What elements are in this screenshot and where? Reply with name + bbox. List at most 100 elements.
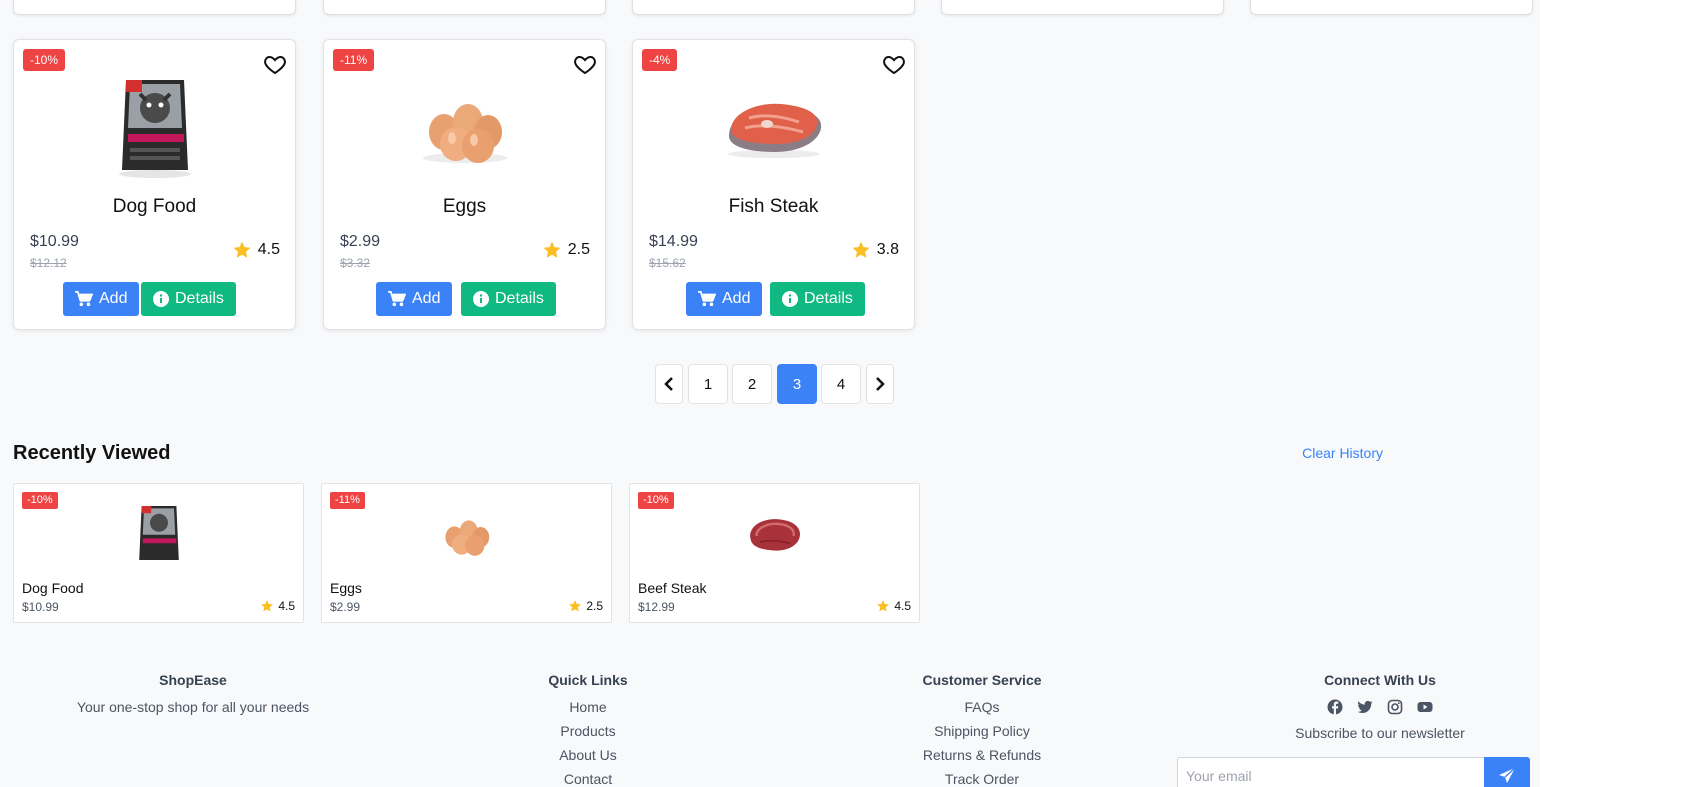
cart-icon [75, 291, 93, 307]
dog-food-image [118, 80, 191, 178]
product-card: -11% Eggs $2.99 $3.32 2.5 Add Details [323, 39, 606, 330]
star-icon [261, 600, 274, 612]
add-label: Add [412, 290, 441, 307]
product-rating: 2.5 [542, 240, 590, 260]
info-icon [782, 291, 798, 307]
recently-viewed-name: Dog Food [22, 580, 84, 596]
pagination-next-button[interactable] [866, 364, 894, 404]
star-icon [543, 241, 561, 258]
recently-viewed-item[interactable]: -10% Dog Food $10.99 4.5 [13, 483, 304, 623]
pagination-page-4[interactable]: 4 [821, 364, 861, 404]
discount-badge: -11% [333, 49, 375, 71]
star-icon [877, 600, 890, 612]
discount-badge: -10% [22, 492, 58, 509]
chevron-left-icon [664, 377, 673, 391]
chevron-right-icon [876, 377, 885, 391]
facebook-icon[interactable] [1327, 699, 1343, 715]
recently-viewed-title: Recently Viewed [13, 442, 171, 464]
rating-value: 4.5 [257, 241, 280, 258]
product-card-stub [941, 0, 1224, 15]
recently-viewed-rating: 2.5 [568, 599, 603, 613]
product-rating: 3.8 [851, 240, 899, 260]
product-card-stub [632, 0, 915, 15]
footer-customer-service-title: Customer Service [922, 672, 1042, 688]
footer-brand-title: ShopEase [159, 672, 227, 688]
footer-customer-service: Customer Service FAQs Shipping Policy Re… [862, 672, 1102, 787]
details-label: Details [175, 290, 224, 307]
add-label: Add [722, 290, 751, 307]
rating-value: 2.5 [586, 599, 603, 613]
product-price: $10.99 [30, 233, 79, 250]
footer-link-contact[interactable]: Contact [488, 771, 688, 787]
star-icon [569, 600, 582, 612]
add-label: Add [99, 290, 128, 307]
discount-badge: -10% [23, 49, 66, 71]
product-price: $14.99 [649, 233, 698, 250]
details-label: Details [495, 290, 544, 307]
add-to-cart-button[interactable]: Add [376, 282, 453, 316]
clear-history-link[interactable]: Clear History [1302, 445, 1383, 461]
product-old-price: $3.32 [340, 256, 371, 270]
heart-icon[interactable] [573, 52, 597, 76]
instagram-icon[interactable] [1387, 699, 1403, 715]
twitter-icon[interactable] [1357, 699, 1373, 715]
footer-link-faqs[interactable]: FAQs [862, 699, 1102, 715]
rating-value: 4.5 [278, 599, 295, 613]
star-icon [233, 241, 251, 258]
footer-quick-links-title: Quick Links [548, 672, 628, 688]
details-button[interactable]: Details [770, 282, 865, 316]
dog-food-image [138, 506, 179, 560]
product-card: -4% Fish Steak $14.99 $15.62 3.8 Add Det… [632, 39, 915, 330]
recently-viewed-rating: 4.5 [876, 599, 911, 613]
recently-viewed-item[interactable]: -10% Beef Steak $12.99 4.5 [629, 483, 920, 623]
page: -10% Dog Food $10.99 $12.12 4.5 Add Deta… [0, 0, 1540, 787]
product-old-price: $15.62 [649, 256, 686, 270]
product-price: $2.99 [340, 233, 381, 250]
product-card-stub [323, 0, 606, 15]
social-links [1250, 699, 1510, 715]
rating-value: 4.5 [894, 599, 911, 613]
newsletter-submit-button[interactable] [1484, 757, 1530, 787]
recently-viewed-price: $2.99 [330, 600, 361, 614]
add-to-cart-button[interactable]: Add [63, 282, 140, 316]
product-old-price: $12.12 [30, 256, 67, 270]
product-name: Dog Food [112, 196, 197, 217]
add-to-cart-button[interactable]: Add [686, 282, 763, 316]
footer-link-shipping[interactable]: Shipping Policy [862, 723, 1102, 739]
paper-plane-icon [1499, 767, 1516, 783]
recently-viewed-item[interactable]: -11% Eggs $2.99 2.5 [321, 483, 612, 623]
heart-icon[interactable] [263, 52, 287, 76]
pagination-page-1[interactable]: 1 [688, 364, 728, 404]
footer-link-about[interactable]: About Us [488, 747, 688, 763]
product-name: Fish Steak [728, 196, 819, 217]
recently-viewed-price: $10.99 [22, 600, 59, 614]
pagination-page-2[interactable]: 2 [732, 364, 772, 404]
fish-steak-image [727, 103, 821, 158]
footer-brand: ShopEase Your one-stop shop for all your… [13, 672, 373, 723]
heart-icon[interactable] [882, 52, 906, 76]
details-button[interactable]: Details [141, 282, 236, 316]
details-button[interactable]: Details [461, 282, 556, 316]
product-card-stub [13, 0, 296, 15]
info-icon [153, 291, 169, 307]
footer-link-track-order[interactable]: Track Order [862, 771, 1102, 787]
product-card: -10% Dog Food $10.99 $12.12 4.5 Add Deta… [13, 39, 296, 330]
discount-badge: -11% [330, 492, 365, 509]
eggs-image [422, 104, 507, 163]
eggs-image [444, 520, 489, 556]
rating-value: 3.8 [876, 241, 899, 258]
cart-icon [388, 291, 406, 307]
info-icon [473, 291, 489, 307]
footer-link-home[interactable]: Home [488, 699, 688, 715]
youtube-icon[interactable] [1417, 699, 1433, 715]
footer-link-returns[interactable]: Returns & Refunds [862, 747, 1102, 763]
newsletter-form [1177, 757, 1530, 787]
recently-viewed-price: $12.99 [638, 600, 675, 614]
footer-quick-links: Quick Links Home Products About Us Conta… [488, 672, 688, 787]
pagination-page-3[interactable]: 3 [777, 364, 817, 404]
cart-icon [698, 291, 716, 307]
pagination-prev-button[interactable] [655, 364, 683, 404]
footer-link-products[interactable]: Products [488, 723, 688, 739]
recently-viewed-rating: 4.5 [260, 599, 295, 613]
newsletter-email-input[interactable] [1177, 757, 1484, 787]
